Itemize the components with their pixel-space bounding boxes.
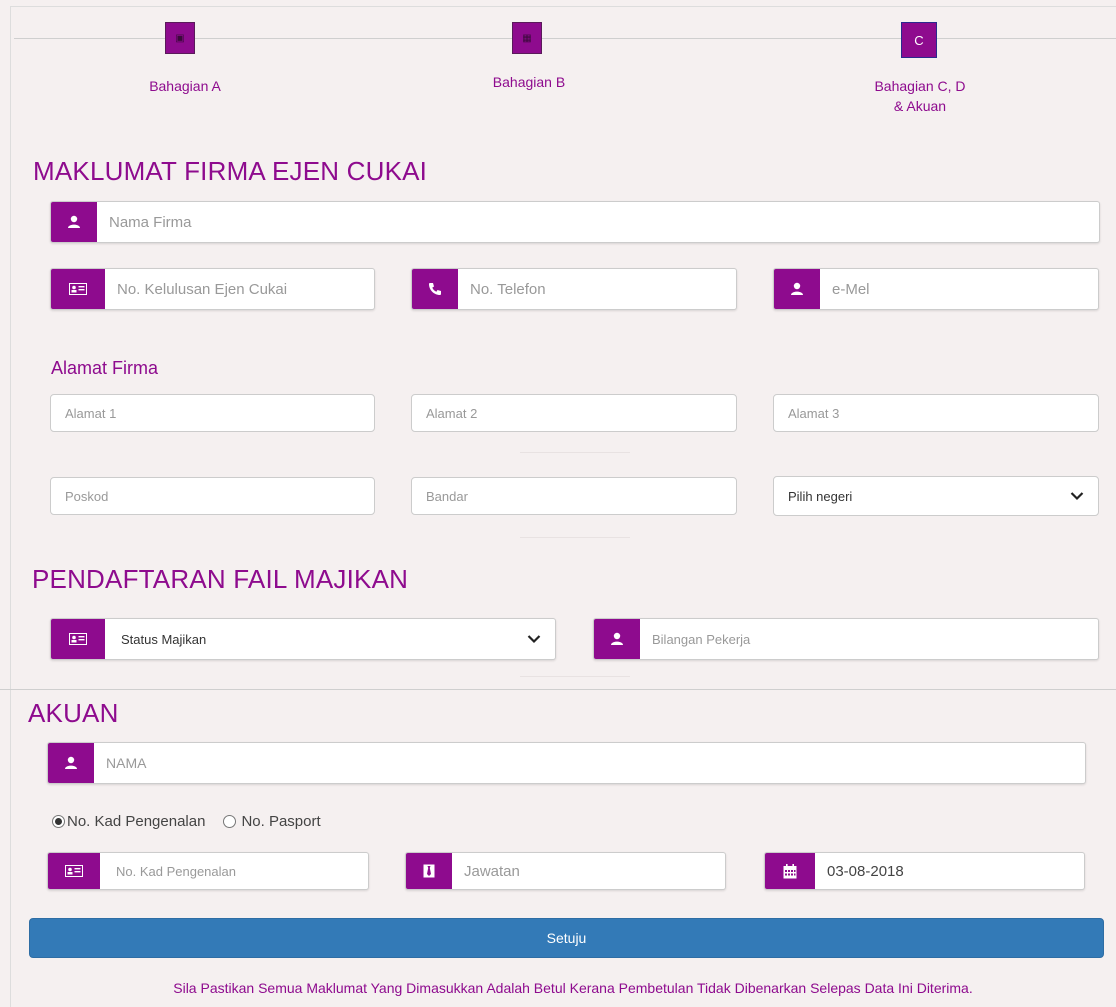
step-b-icon: ▦	[522, 32, 532, 44]
user-icon	[51, 202, 97, 242]
alamat3-field	[773, 394, 1099, 432]
jawatan-input[interactable]	[452, 853, 725, 889]
phone-icon	[412, 269, 458, 309]
alamat-title: Alamat Firma	[51, 358, 159, 378]
akuan-nama-group	[47, 742, 1086, 784]
radio-passport-label[interactable]: No. Pasport	[241, 813, 320, 830]
user-icon	[774, 269, 820, 309]
divider	[520, 537, 630, 538]
nama-firma-input[interactable]	[97, 202, 1099, 242]
radio-ic[interactable]	[52, 815, 65, 828]
ic-group	[47, 852, 369, 890]
date-input[interactable]	[815, 853, 1084, 889]
step-c-label-line2: & Akuan	[893, 98, 947, 114]
chevron-down-icon	[527, 635, 541, 644]
poskod-input[interactable]	[65, 488, 374, 504]
step-c-label-line1: Bahagian C, D	[874, 78, 966, 94]
chevron-down-icon	[1070, 492, 1084, 501]
nama-firma-group	[50, 201, 1100, 243]
jawatan-group	[405, 852, 726, 890]
bandar-input[interactable]	[426, 488, 736, 504]
kelulusan-input[interactable]	[105, 269, 374, 309]
negeri-selected-value: Pilih negeri	[788, 488, 853, 504]
id-type-radio-group: No. Kad Pengenalan No. Pasport	[52, 813, 321, 830]
step-c-button[interactable]: C	[901, 22, 937, 58]
divider	[520, 676, 630, 677]
email-group	[773, 268, 1099, 310]
poskod-field	[50, 477, 375, 515]
id-card-icon	[51, 269, 105, 309]
step-a-button[interactable]: ▣	[165, 22, 195, 54]
firma-section-title: MAKLUMAT FIRMA EJEN CUKAI	[33, 156, 428, 186]
id-card-icon	[51, 619, 105, 659]
alamat3-input[interactable]	[788, 405, 1098, 421]
telefon-group	[411, 268, 737, 310]
notice-text: Sila Pastikan Semua Maklumat Yang Dimasu…	[173, 980, 973, 996]
akuan-section-title: AKUAN	[28, 698, 119, 728]
radio-ic-label[interactable]: No. Kad Pengenalan	[67, 813, 205, 830]
divider	[520, 452, 630, 453]
step-a-icon: ▣	[175, 32, 185, 44]
kelulusan-group	[50, 268, 375, 310]
telefon-input[interactable]	[458, 269, 736, 309]
step-b-label[interactable]: Bahagian B	[474, 72, 584, 92]
id-card-icon	[48, 853, 100, 889]
status-majikan-group: Status Majikan	[50, 618, 556, 660]
step-c-button-text: C	[914, 32, 924, 48]
calendar-icon	[765, 853, 815, 889]
setuju-button[interactable]: Setuju	[29, 918, 1104, 958]
status-majikan-selected: Status Majikan	[121, 631, 207, 647]
section-divider	[0, 689, 1116, 690]
alamat1-field	[50, 394, 375, 432]
tie-icon	[406, 853, 452, 889]
radio-passport[interactable]	[223, 815, 237, 828]
date-group	[764, 852, 1085, 890]
alamat2-input[interactable]	[426, 405, 736, 421]
step-a-label[interactable]: Bahagian A	[130, 76, 240, 96]
majikan-section-title: PENDAFTARAN FAIL MAJIKAN	[32, 564, 409, 594]
ic-input[interactable]	[100, 853, 368, 889]
alamat1-input[interactable]	[65, 405, 374, 421]
bilangan-input[interactable]	[640, 619, 1098, 659]
user-icon	[594, 619, 640, 659]
email-input[interactable]	[820, 269, 1098, 309]
negeri-select[interactable]: Pilih negeri	[773, 476, 1099, 516]
bilangan-group	[593, 618, 1099, 660]
step-c-label[interactable]: Bahagian C, D & Akuan	[855, 76, 985, 116]
akuan-nama-input[interactable]	[94, 743, 1085, 783]
bandar-field	[411, 477, 737, 515]
status-majikan-select[interactable]: Status Majikan	[105, 619, 555, 659]
user-icon	[48, 743, 94, 783]
step-b-button[interactable]: ▦	[512, 22, 542, 54]
alamat2-field	[411, 394, 737, 432]
